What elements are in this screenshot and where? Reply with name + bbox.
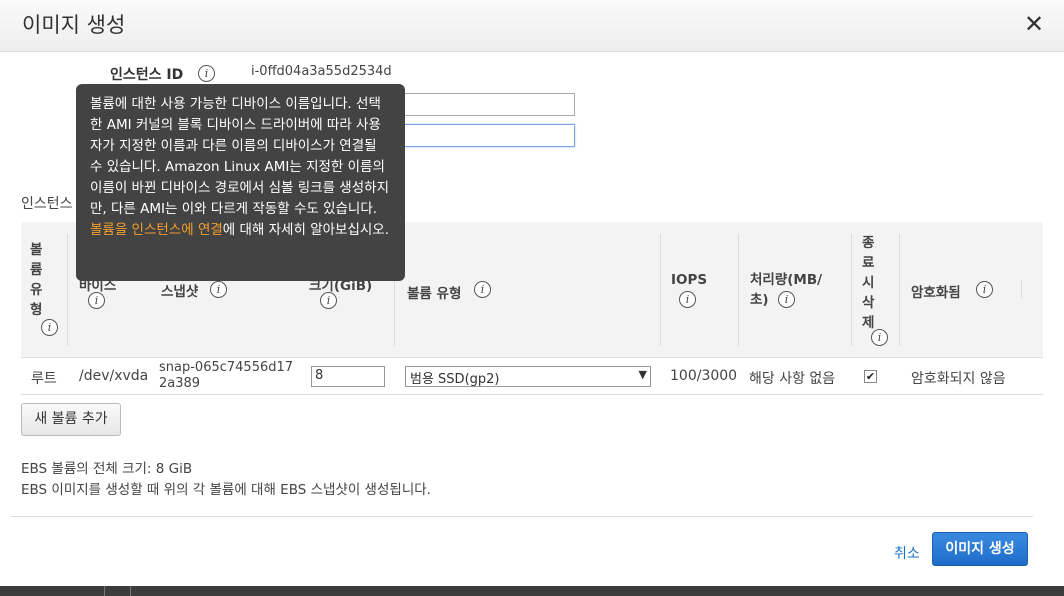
tooltip-text: 볼륨에 대한 사용 가능한 디바이스 이름입니다. 선택한 AMI 커널의 블록… xyxy=(90,96,389,217)
info-icon[interactable]: i xyxy=(778,291,795,308)
header-volume-kind: 볼륨 유형 xyxy=(407,286,462,302)
cell-iops: 100/3000 xyxy=(670,368,738,384)
header-divider xyxy=(851,234,852,346)
dialog-title: 이미지 생성 xyxy=(22,13,126,37)
header-delete-on-termination: 종료시삭제 xyxy=(862,235,875,331)
cell-throughput: 해당 사항 없음 xyxy=(749,371,836,387)
taskbar-divider xyxy=(104,586,105,596)
info-icon[interactable]: i xyxy=(320,292,337,309)
instance-volumes-label: 인스턴스 xyxy=(21,196,73,212)
header-snapshot: 스냅샷 xyxy=(161,284,199,300)
close-icon[interactable]: ✕ xyxy=(1020,10,1048,38)
total-size-text: EBS 볼륨의 전체 크기: 8 GiB xyxy=(21,461,193,477)
snapshot-note-text: EBS 이미지를 생성할 때 위의 각 볼륨에 대해 EBS 스냅샷이 생성됩니… xyxy=(21,482,431,498)
tooltip-link[interactable]: 볼륨을 인스턴스에 연결 xyxy=(90,222,223,238)
cell-encrypted: 암호화되지 않음 xyxy=(911,371,1006,387)
cell-volume-type: 루트 xyxy=(31,371,57,387)
instance-id-value: i-0ffd04a3a55d2534d xyxy=(251,64,392,79)
instance-id-label: 인스턴스 ID xyxy=(110,67,184,83)
footer-divider xyxy=(11,516,1033,517)
info-icon[interactable]: i xyxy=(41,319,58,336)
table-row: 루트 /dev/xvda snap-065c74556d172a389 8 범용… xyxy=(21,359,1043,395)
info-icon[interactable]: i xyxy=(976,281,993,298)
header-encrypted: 암호화됨 xyxy=(911,285,961,301)
device-tooltip: 볼륨에 대한 사용 가능한 디바이스 이름입니다. 선택한 AMI 커널의 블록… xyxy=(76,84,405,281)
info-icon[interactable]: i xyxy=(474,281,491,298)
header-divider xyxy=(660,234,661,346)
add-volume-button[interactable]: 새 볼륨 추가 xyxy=(21,403,121,436)
dialog-header: 이미지 생성 ✕ xyxy=(0,0,1064,52)
header-divider xyxy=(738,234,739,346)
create-image-dialog: 이미지 생성 ✕ 인스턴스 ID i i-0ffd04a3a55d2534d 인… xyxy=(0,0,1064,586)
size-input[interactable]: 8 xyxy=(311,366,385,387)
info-icon[interactable]: i xyxy=(198,65,215,82)
cell-snapshot: snap-065c74556d172a389 xyxy=(159,360,294,391)
volume-type-selected: 범용 SSD(gp2) xyxy=(410,372,500,387)
cancel-link[interactable]: 취소 xyxy=(894,543,920,563)
info-icon[interactable]: i xyxy=(88,292,105,309)
header-divider xyxy=(1021,280,1022,298)
header-divider xyxy=(67,234,68,346)
header-iops: IOPS xyxy=(671,272,708,288)
create-image-button[interactable]: 이미지 생성 xyxy=(932,532,1028,566)
background-taskbar xyxy=(0,586,1064,596)
header-divider xyxy=(899,234,900,346)
header-volume-type: 볼륨유형 xyxy=(30,242,43,318)
delete-on-termination-checkbox[interactable]: ✔ xyxy=(864,370,877,383)
info-icon[interactable]: i xyxy=(210,281,227,298)
tooltip-text-after: 에 대해 자세히 알아보십시오. xyxy=(222,222,390,238)
info-icon[interactable]: i xyxy=(871,329,888,346)
taskbar-divider xyxy=(130,586,131,596)
chevron-down-icon: ▼ xyxy=(638,368,647,381)
volume-type-select[interactable]: 범용 SSD(gp2) ▼ xyxy=(405,366,651,387)
info-icon[interactable]: i xyxy=(679,291,696,308)
cell-device: /dev/xvda xyxy=(79,368,149,384)
